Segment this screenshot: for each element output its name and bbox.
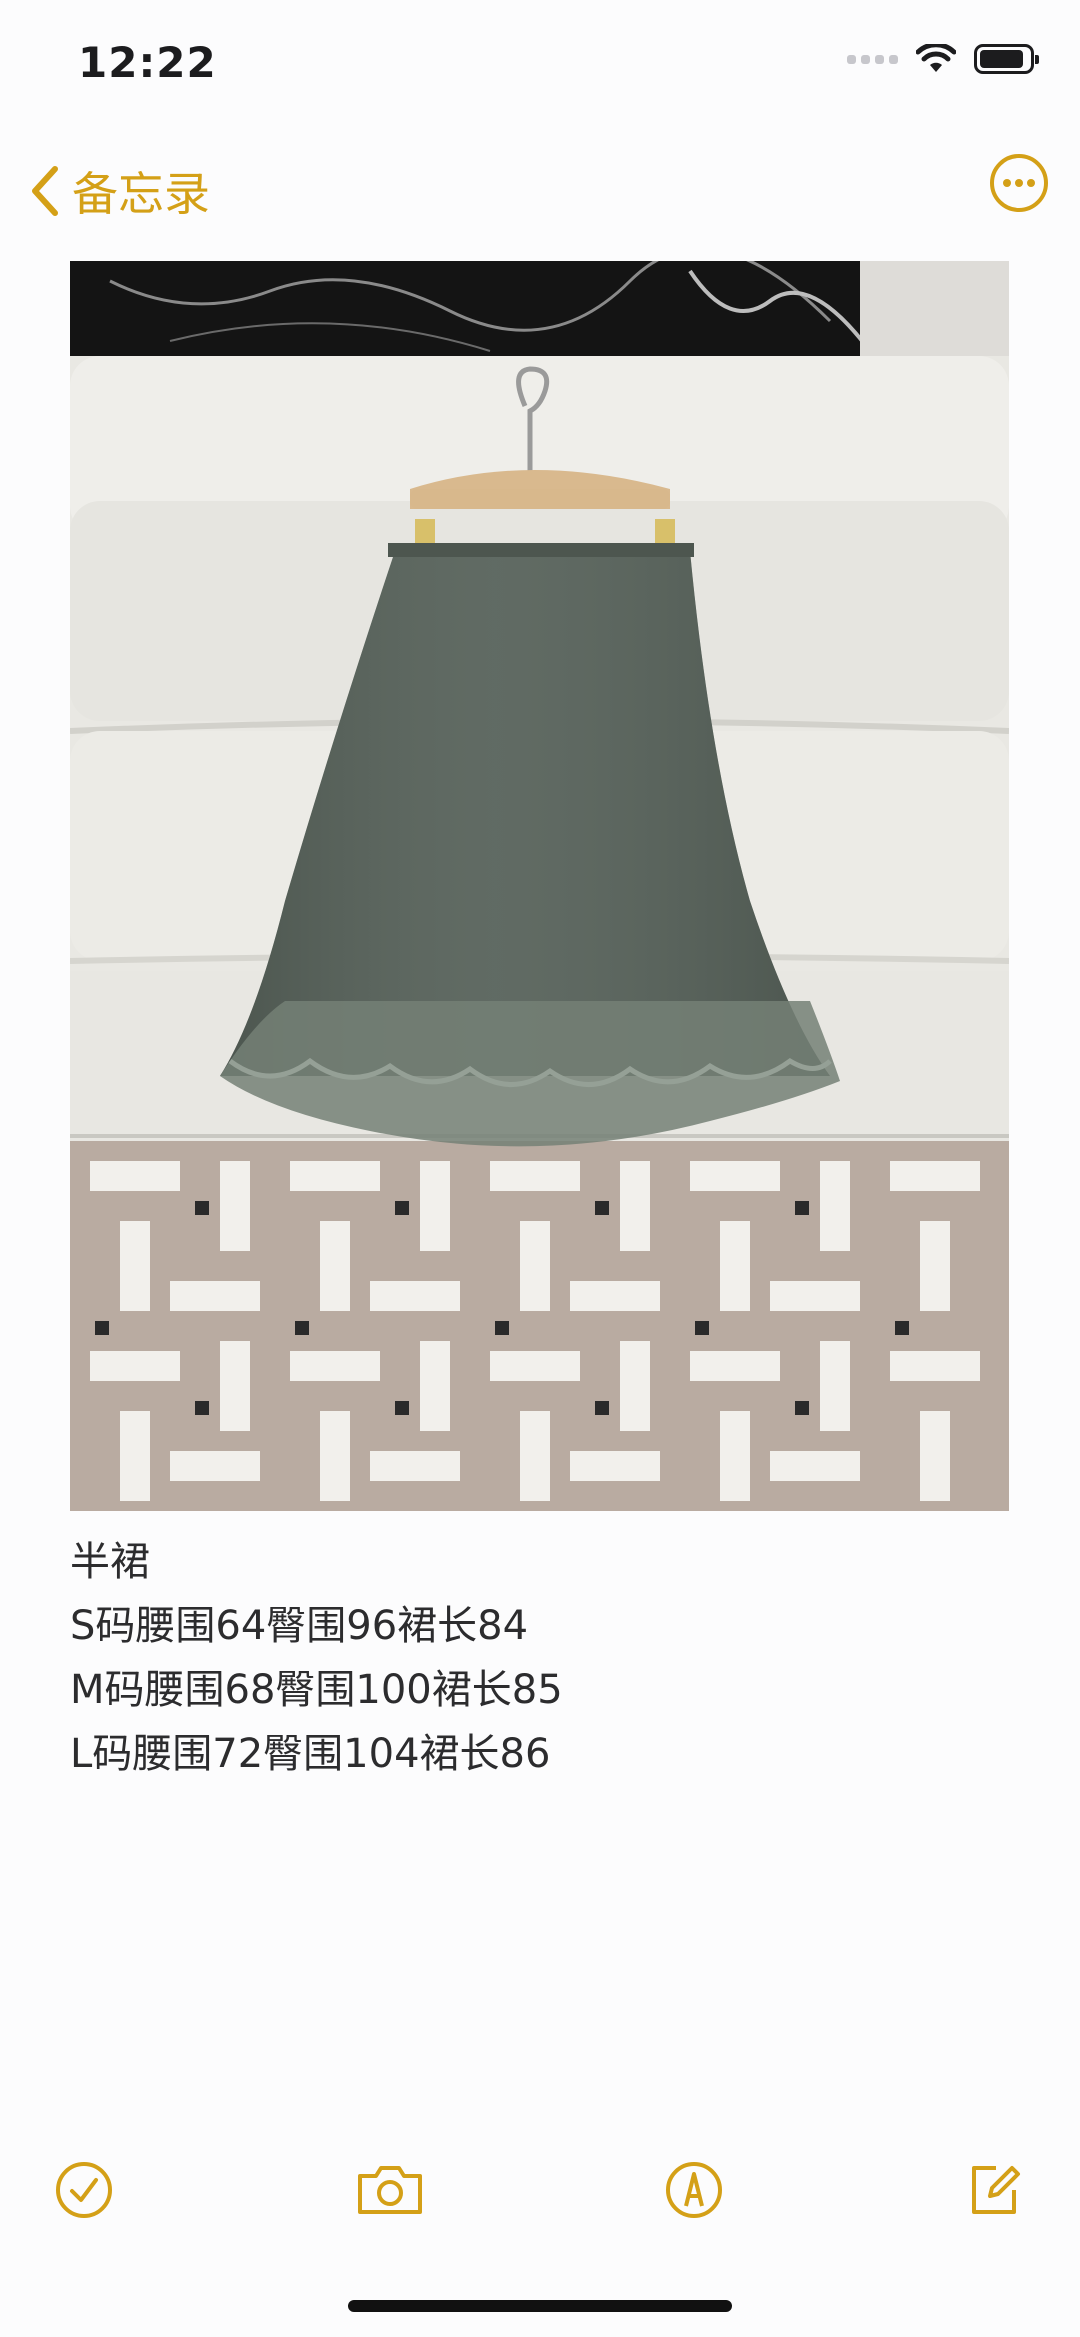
camera-icon bbox=[358, 2166, 422, 2214]
checklist-icon bbox=[56, 2162, 112, 2218]
compose-button[interactable] bbox=[956, 2150, 1036, 2230]
ellipsis-circle-icon[interactable] bbox=[988, 152, 1050, 214]
home-indicator[interactable] bbox=[348, 2300, 732, 2312]
status-icons bbox=[847, 44, 1039, 74]
back-button[interactable]: 备忘录 bbox=[30, 158, 210, 224]
note-line-size-s: S码腰围64臀围96裙长84 bbox=[70, 1603, 529, 1649]
note-line-title: 半裙 bbox=[70, 1539, 150, 1585]
note-line-size-m: M码腰围68臀围100裙长85 bbox=[70, 1667, 563, 1713]
checklist-button[interactable] bbox=[44, 2150, 124, 2230]
status-bar: 12:22 bbox=[0, 0, 1080, 130]
compose-icon bbox=[972, 2166, 1020, 2214]
bottom-toolbar bbox=[0, 2150, 1080, 2230]
camera-button[interactable] bbox=[350, 2150, 430, 2230]
note-line-size-l: L码腰围72臀围104裙长86 bbox=[70, 1731, 551, 1777]
skirt-photo bbox=[70, 261, 1009, 1511]
note-body[interactable]: 半裙 S码腰围64臀围96裙长84 M码腰围68臀围100裙长85 L码腰围72… bbox=[70, 1530, 563, 1786]
markup-pen-icon bbox=[666, 2162, 722, 2218]
wifi-icon bbox=[916, 44, 956, 72]
markup-button[interactable] bbox=[654, 2150, 734, 2230]
battery-icon bbox=[974, 44, 1039, 74]
note-image[interactable] bbox=[70, 261, 1009, 1511]
nav-bar: 备忘录 bbox=[0, 140, 1080, 230]
status-time: 12:22 bbox=[78, 38, 217, 87]
back-label: 备忘录 bbox=[72, 167, 210, 221]
chevron-left-icon bbox=[32, 166, 58, 216]
cellular-signal-icon bbox=[847, 54, 898, 64]
